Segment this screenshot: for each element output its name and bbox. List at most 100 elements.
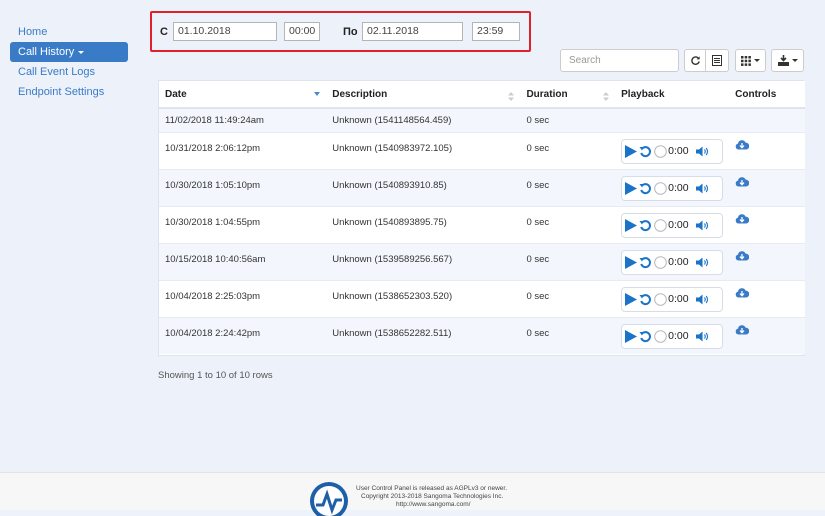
- to-time-input[interactable]: 23:59: [472, 22, 520, 41]
- progress-knob[interactable]: [654, 218, 667, 232]
- play-icon[interactable]: [625, 144, 638, 158]
- table-row: 10/30/2018 1:04:55pm Unknown (1540893895.…: [159, 205, 805, 243]
- cell-controls: [729, 131, 805, 169]
- sort-both-icon: [508, 92, 515, 101]
- play-icon[interactable]: [625, 329, 638, 343]
- playback-time: 0:00: [668, 330, 689, 342]
- table-row: 10/31/2018 2:06:12pm Unknown (1540983972.…: [159, 131, 805, 169]
- replay-icon[interactable]: [639, 219, 652, 232]
- cell-playback: 0:00: [615, 316, 730, 354]
- cell-controls: [729, 242, 805, 280]
- cell-description: Unknown (1538652303.520): [326, 279, 521, 317]
- volume-icon[interactable]: [695, 183, 709, 194]
- table-row: 10/04/2018 2:24:42pm Unknown (1538652282.…: [159, 316, 805, 354]
- cell-date: 11/02/2018 11:49:24am: [159, 107, 327, 132]
- cloud-download-icon[interactable]: [735, 139, 750, 150]
- cell-duration: 0 sec: [520, 316, 616, 354]
- playback-time: 0:00: [668, 219, 689, 231]
- play-icon[interactable]: [625, 181, 638, 195]
- cell-description: Unknown (1541148564.459): [326, 107, 521, 132]
- progress-knob[interactable]: [654, 255, 667, 269]
- caret-down-icon: [754, 59, 760, 62]
- progress-knob[interactable]: [654, 292, 667, 306]
- export-icon: [777, 55, 789, 66]
- replay-icon[interactable]: [639, 293, 652, 306]
- replay-icon[interactable]: [639, 145, 652, 158]
- cloud-download-icon[interactable]: [735, 213, 750, 224]
- cell-date: 10/04/2018 2:24:42pm: [159, 316, 327, 354]
- pagination-summary: Showing 1 to 10 of 10 rows: [158, 370, 273, 381]
- to-date-input[interactable]: 02.11.2018: [362, 22, 463, 41]
- progress-knob[interactable]: [654, 181, 667, 195]
- audio-player: 0:00: [621, 175, 724, 201]
- toggle-view-button[interactable]: [705, 49, 729, 72]
- cloud-download-icon[interactable]: [735, 176, 750, 187]
- replay-icon[interactable]: [639, 330, 652, 343]
- volume-icon[interactable]: [695, 220, 709, 231]
- sangoma-logo-icon: [310, 482, 348, 516]
- from-date-input[interactable]: 01.10.2018: [173, 22, 277, 41]
- volume-icon[interactable]: [695, 146, 709, 157]
- sort-both-icon: [603, 92, 610, 101]
- cell-playback: 0:00: [615, 168, 730, 206]
- volume-icon[interactable]: [695, 257, 709, 268]
- play-icon[interactable]: [625, 255, 638, 269]
- audio-player: 0:00: [621, 249, 724, 275]
- caret-down-icon: [78, 50, 85, 54]
- column-header-duration[interactable]: Duration: [520, 81, 616, 109]
- sidebar-item-endpoint-settings[interactable]: Endpoint Settings: [10, 82, 128, 102]
- progress-knob[interactable]: [654, 329, 667, 343]
- table-header-row: Date Description Duration Playback Contr…: [159, 81, 805, 109]
- cell-controls: [729, 316, 805, 354]
- refresh-button[interactable]: [684, 49, 706, 72]
- sidebar-item-call-history[interactable]: Call History: [10, 42, 128, 62]
- columns-button[interactable]: [735, 49, 766, 72]
- sidebar-item-label: Call History: [18, 46, 75, 58]
- cell-description: Unknown (1540893895.75): [326, 205, 521, 243]
- progress-knob[interactable]: [654, 144, 667, 158]
- cell-playback: 0:00: [615, 279, 730, 317]
- export-button[interactable]: [771, 49, 804, 72]
- cell-description: Unknown (1540893910.85): [326, 168, 521, 206]
- table-row: 10/04/2018 2:25:03pm Unknown (1538652303.…: [159, 279, 805, 317]
- column-header-description[interactable]: Description: [326, 81, 521, 109]
- cell-date: 10/31/2018 2:06:12pm: [159, 131, 327, 169]
- cell-duration: 0 sec: [520, 279, 616, 317]
- footer-link[interactable]: http://www.sangoma.com/: [356, 501, 507, 509]
- sidebar-item-call-event-logs[interactable]: Call Event Logs: [10, 62, 128, 82]
- replay-icon[interactable]: [639, 182, 652, 195]
- table-row: 11/02/2018 11:49:24am Unknown (1541148564…: [159, 107, 805, 132]
- cloud-download-icon[interactable]: [735, 287, 750, 298]
- cloud-download-icon[interactable]: [735, 324, 750, 335]
- audio-player: 0:00: [621, 323, 724, 349]
- footer-text: User Control Panel is released as AGPLv3…: [356, 485, 507, 509]
- cell-playback: 0:00: [615, 242, 730, 280]
- cell-controls: [729, 107, 805, 132]
- play-icon[interactable]: [625, 218, 638, 232]
- play-icon[interactable]: [625, 292, 638, 306]
- cloud-download-icon[interactable]: [735, 250, 750, 261]
- column-header-date[interactable]: Date: [159, 81, 327, 109]
- cell-date: 10/04/2018 2:25:03pm: [159, 279, 327, 317]
- date-range-filter: С 01.10.2018 00:00 По 02.11.2018 23:59: [150, 11, 531, 52]
- playback-time: 0:00: [668, 145, 689, 157]
- from-time-input[interactable]: 00:00: [284, 22, 320, 41]
- cell-description: Unknown (1540983972.105): [326, 131, 521, 169]
- volume-icon[interactable]: [695, 294, 709, 305]
- sidebar-item-home[interactable]: Home: [10, 22, 128, 42]
- cell-date: 10/30/2018 1:05:10pm: [159, 168, 327, 206]
- refresh-icon: [690, 56, 700, 65]
- search-input[interactable]: Search: [560, 49, 679, 72]
- cell-playback: [615, 107, 730, 132]
- replay-icon[interactable]: [639, 256, 652, 269]
- cell-description: Unknown (1538652282.511): [326, 316, 521, 354]
- volume-icon[interactable]: [695, 331, 709, 342]
- call-history-table: Date Description Duration Playback Contr…: [158, 80, 805, 356]
- playback-time: 0:00: [668, 293, 689, 305]
- cell-duration: 0 sec: [520, 107, 616, 132]
- footer-copyright: Copyright 2013-2018 Sangoma Technologies…: [361, 493, 504, 500]
- columns-icon: [741, 55, 751, 66]
- playback-time: 0:00: [668, 182, 689, 194]
- audio-player: 0:00: [621, 286, 724, 312]
- cell-playback: 0:00: [615, 205, 730, 243]
